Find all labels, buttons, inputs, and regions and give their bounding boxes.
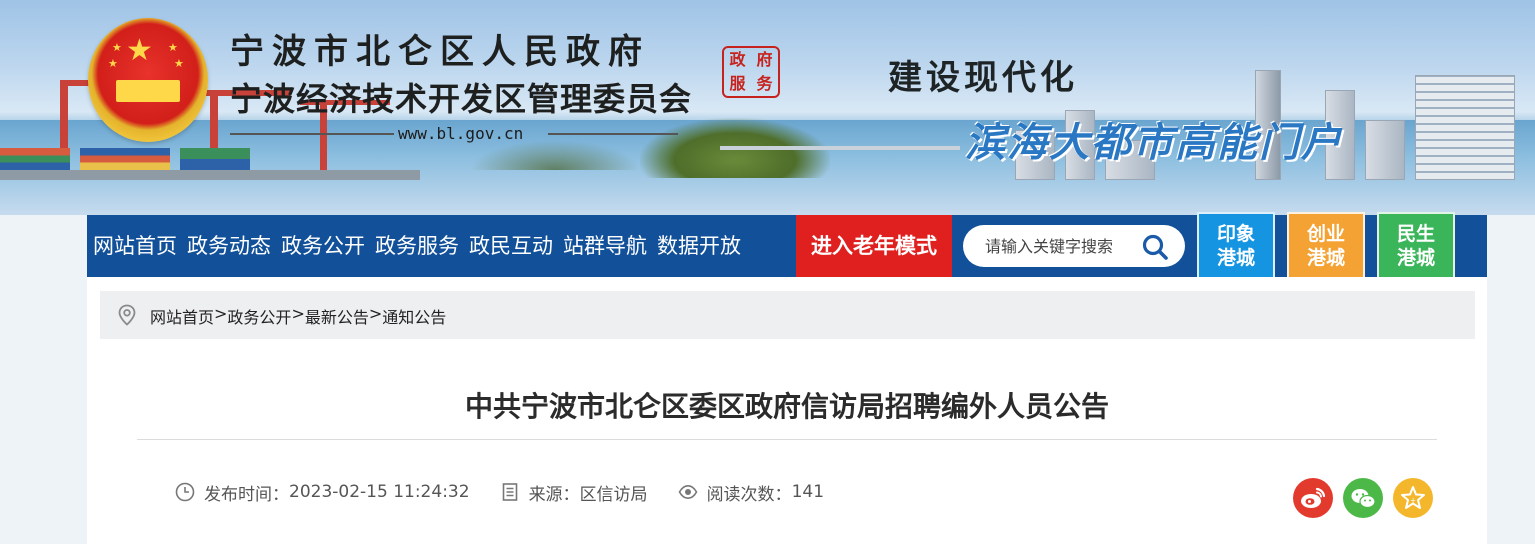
site-title-government: 宁波市北仑区人民政府 — [230, 32, 650, 72]
elder-mode-button[interactable]: 进入老年模式 — [796, 215, 952, 277]
banner-hill — [470, 140, 640, 170]
url-divider-right — [548, 133, 678, 135]
breadcrumb-separator: > — [214, 304, 228, 323]
nav-item-news[interactable]: 政务动态 — [182, 215, 276, 277]
share-wechat-button[interactable] — [1343, 478, 1383, 518]
tile-livelihood-port-city[interactable]: 民生 港城 — [1377, 212, 1455, 280]
nav-item-interaction[interactable]: 政民互动 — [464, 215, 558, 277]
breadcrumb-latest-notices[interactable]: 最新公告 — [305, 304, 369, 328]
tile-startup-port-city[interactable]: 创业 港城 — [1287, 212, 1365, 280]
star-icon: + — [1401, 486, 1425, 509]
source-label: 来源： — [528, 484, 580, 505]
national-emblem: ★ ★ ★ ★ ★ — [88, 18, 208, 142]
site-url: www.bl.gov.cn — [398, 124, 524, 143]
content-panel: 网站首页 > 政务公开 > 最新公告 > 通知公告 中共宁波市北仑区委区政府信访… — [87, 277, 1487, 544]
svg-text:+: + — [1410, 497, 1416, 505]
article-title: 中共宁波市北仑区委区政府信访局招聘编外人员公告 — [464, 390, 1109, 423]
tile-impression-port-city[interactable]: 印象 港城 — [1197, 212, 1275, 280]
views-label: 阅读次数： — [706, 484, 792, 505]
nav-item-site-navigation[interactable]: 站群导航 — [558, 215, 652, 277]
breadcrumb-separator: > — [368, 304, 383, 323]
breadcrumb-disclosure[interactable]: 政务公开 — [227, 304, 291, 328]
nav-item-open-data[interactable]: 数据开放 — [652, 215, 746, 277]
breadcrumb: 网站首页 > 政务公开 > 最新公告 > 通知公告 — [100, 291, 1475, 339]
add-favorite-button[interactable]: + — [1393, 478, 1433, 518]
breadcrumb-separator: > — [291, 304, 305, 323]
site-title-committee: 宁波经济技术开发区管理委员会 — [230, 80, 693, 118]
wechat-icon — [1351, 489, 1376, 509]
url-divider-left — [230, 133, 394, 135]
title-divider — [137, 439, 1437, 440]
search-input[interactable] — [985, 234, 1135, 258]
weibo-icon — [1301, 487, 1326, 508]
nav-item-disclosure[interactable]: 政务公开 — [276, 215, 370, 277]
slogan-line1: 建设现代化 — [888, 58, 1078, 98]
publish-time: 2023-02-15 11:24:32 — [289, 482, 470, 502]
eye-icon — [678, 482, 698, 502]
main-nav: 网站首页 政务动态 政务公开 政务服务 政民互动 站群导航 数据开放 进入老年模… — [87, 212, 1487, 280]
publish-time-label: 发布时间： — [204, 484, 289, 505]
nav-item-home[interactable]: 网站首页 — [87, 215, 182, 277]
article-meta: 发布时间： 2023-02-15 11:24:32 来源： 区信访局 阅读次数：… — [175, 480, 854, 505]
source-value: 区信访局 — [579, 484, 648, 505]
header-banner: ★ ★ ★ ★ ★ 宁波市北仑区人民政府 宁波经济技术开发区管理委员会 www.… — [0, 0, 1535, 215]
breadcrumb-notifications[interactable]: 通知公告 — [382, 304, 446, 328]
breadcrumb-home[interactable]: 网站首页 — [150, 304, 214, 328]
document-icon — [500, 482, 520, 502]
search-icon[interactable] — [1141, 233, 1169, 261]
views-count: 141 — [791, 482, 825, 502]
gov-service-seal[interactable]: 政 府 服 务 — [722, 46, 780, 98]
location-pin-icon — [117, 304, 137, 326]
banner-bridge — [720, 146, 960, 150]
clock-icon — [175, 482, 195, 502]
nav-item-services[interactable]: 政务服务 — [370, 215, 464, 277]
search-box — [963, 225, 1185, 267]
slogan-line2: 滨海大都市高能门户 — [965, 119, 1343, 166]
share-weibo-button[interactable] — [1293, 478, 1333, 518]
